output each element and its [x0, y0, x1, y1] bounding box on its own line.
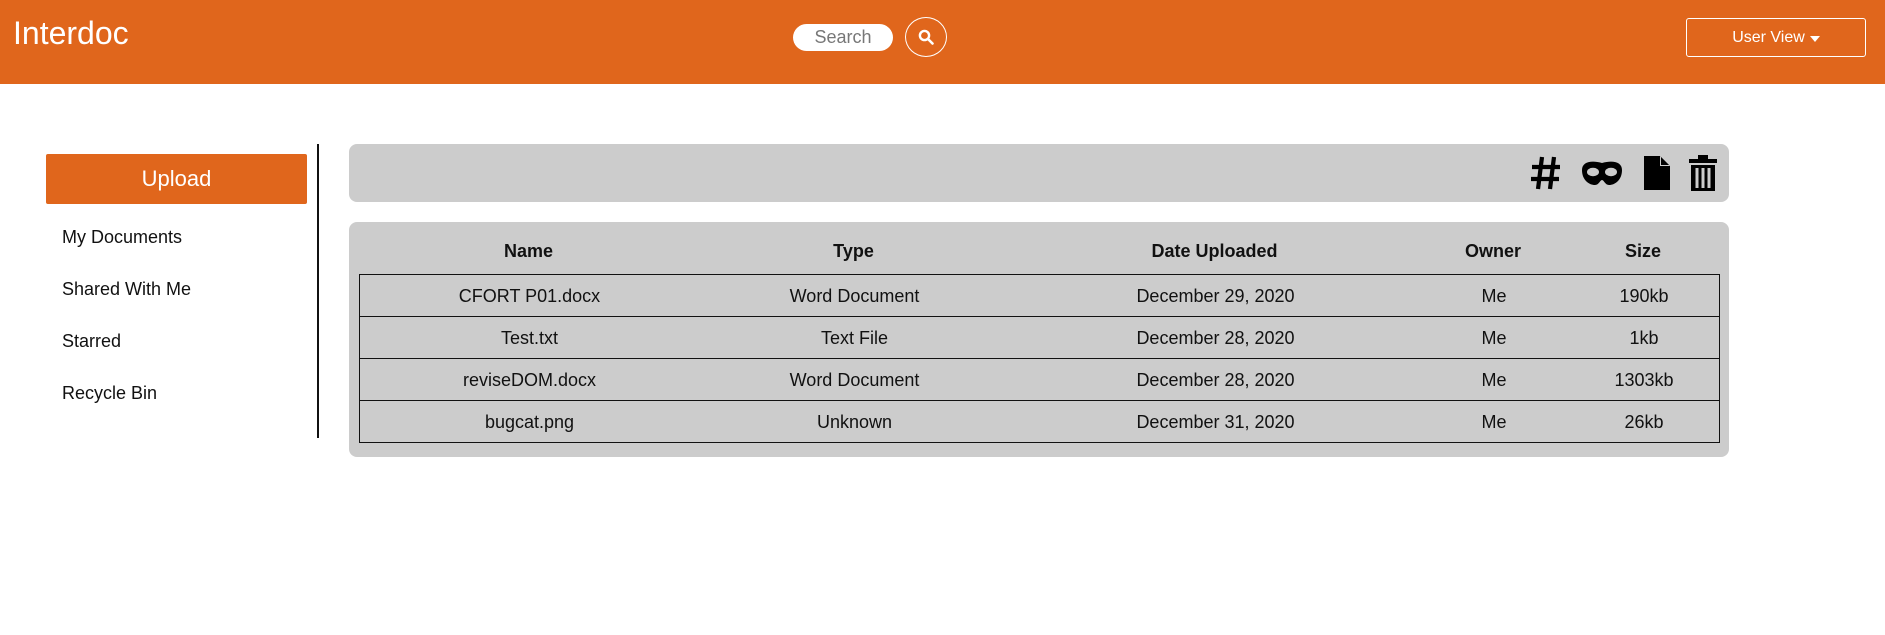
cell-size: 1kb — [1629, 328, 1659, 348]
cell-date: December 31, 2020 — [1136, 412, 1295, 432]
cell-type: Text File — [820, 328, 889, 348]
chevron-down-icon — [1809, 35, 1820, 42]
cell-owner: Me — [1481, 370, 1507, 390]
column-header-name[interactable]: Name — [359, 230, 698, 273]
cell-size: 190kb — [1619, 286, 1669, 306]
sidebar-item-recycle-bin[interactable]: Recycle Bin — [62, 382, 157, 404]
cell-type: Unknown — [816, 412, 893, 432]
cell-type: Word Document — [789, 286, 920, 306]
top-navbar: Interdoc User View — [0, 0, 1885, 84]
user-view-label: User View — [1732, 28, 1805, 46]
cell-owner: Me — [1481, 412, 1507, 432]
cell-date: December 28, 2020 — [1136, 328, 1295, 348]
mask-icon[interactable] — [1578, 153, 1626, 193]
cell-size: 26kb — [1624, 412, 1664, 432]
app-logo[interactable]: Interdoc — [13, 14, 129, 52]
sidebar-item-my-documents[interactable]: My Documents — [62, 226, 182, 248]
file-toolbar — [349, 144, 1729, 202]
column-header-date-uploaded[interactable]: Date Uploaded — [1009, 230, 1420, 273]
sidebar: Upload My Documents Shared With Me Starr… — [46, 144, 319, 438]
sidebar-item-shared-with-me[interactable]: Shared With Me — [62, 278, 191, 300]
hash-icon[interactable] — [1529, 153, 1563, 193]
cell-owner: Me — [1481, 286, 1507, 306]
column-header-owner[interactable]: Owner — [1420, 230, 1566, 273]
cell-name: reviseDOM.docx — [462, 370, 597, 390]
column-header-size[interactable]: Size — [1566, 230, 1720, 273]
cell-owner: Me — [1481, 328, 1507, 348]
user-view-dropdown[interactable]: User View — [1686, 18, 1866, 57]
cell-type: Word Document — [789, 370, 920, 390]
search-button[interactable] — [905, 17, 947, 57]
table-row[interactable]: Test.txt Text File December 28, 2020 Me … — [359, 316, 1720, 359]
table-row[interactable]: reviseDOM.docx Word Document December 28… — [359, 358, 1720, 401]
file-table: Name Type Date Uploaded Owner Size CFORT… — [349, 222, 1729, 457]
table-row[interactable]: bugcat.png Unknown December 31, 2020 Me … — [359, 400, 1720, 443]
file-icon[interactable] — [1642, 153, 1672, 193]
cell-size: 1303kb — [1614, 370, 1674, 390]
cell-name: Test.txt — [500, 328, 558, 348]
cell-date: December 29, 2020 — [1136, 286, 1295, 306]
upload-button[interactable]: Upload — [46, 154, 307, 204]
trash-icon[interactable] — [1687, 153, 1719, 193]
cell-name: bugcat.png — [484, 412, 575, 432]
search-icon — [918, 29, 934, 45]
sidebar-item-starred[interactable]: Starred — [62, 330, 121, 352]
table-row[interactable]: CFORT P01.docx Word Document December 29… — [359, 274, 1720, 317]
cell-date: December 28, 2020 — [1136, 370, 1295, 390]
cell-name: CFORT P01.docx — [458, 286, 601, 306]
column-header-type[interactable]: Type — [698, 230, 1009, 273]
table-header-row: Name Type Date Uploaded Owner Size — [359, 230, 1720, 273]
search-input[interactable] — [793, 24, 893, 51]
